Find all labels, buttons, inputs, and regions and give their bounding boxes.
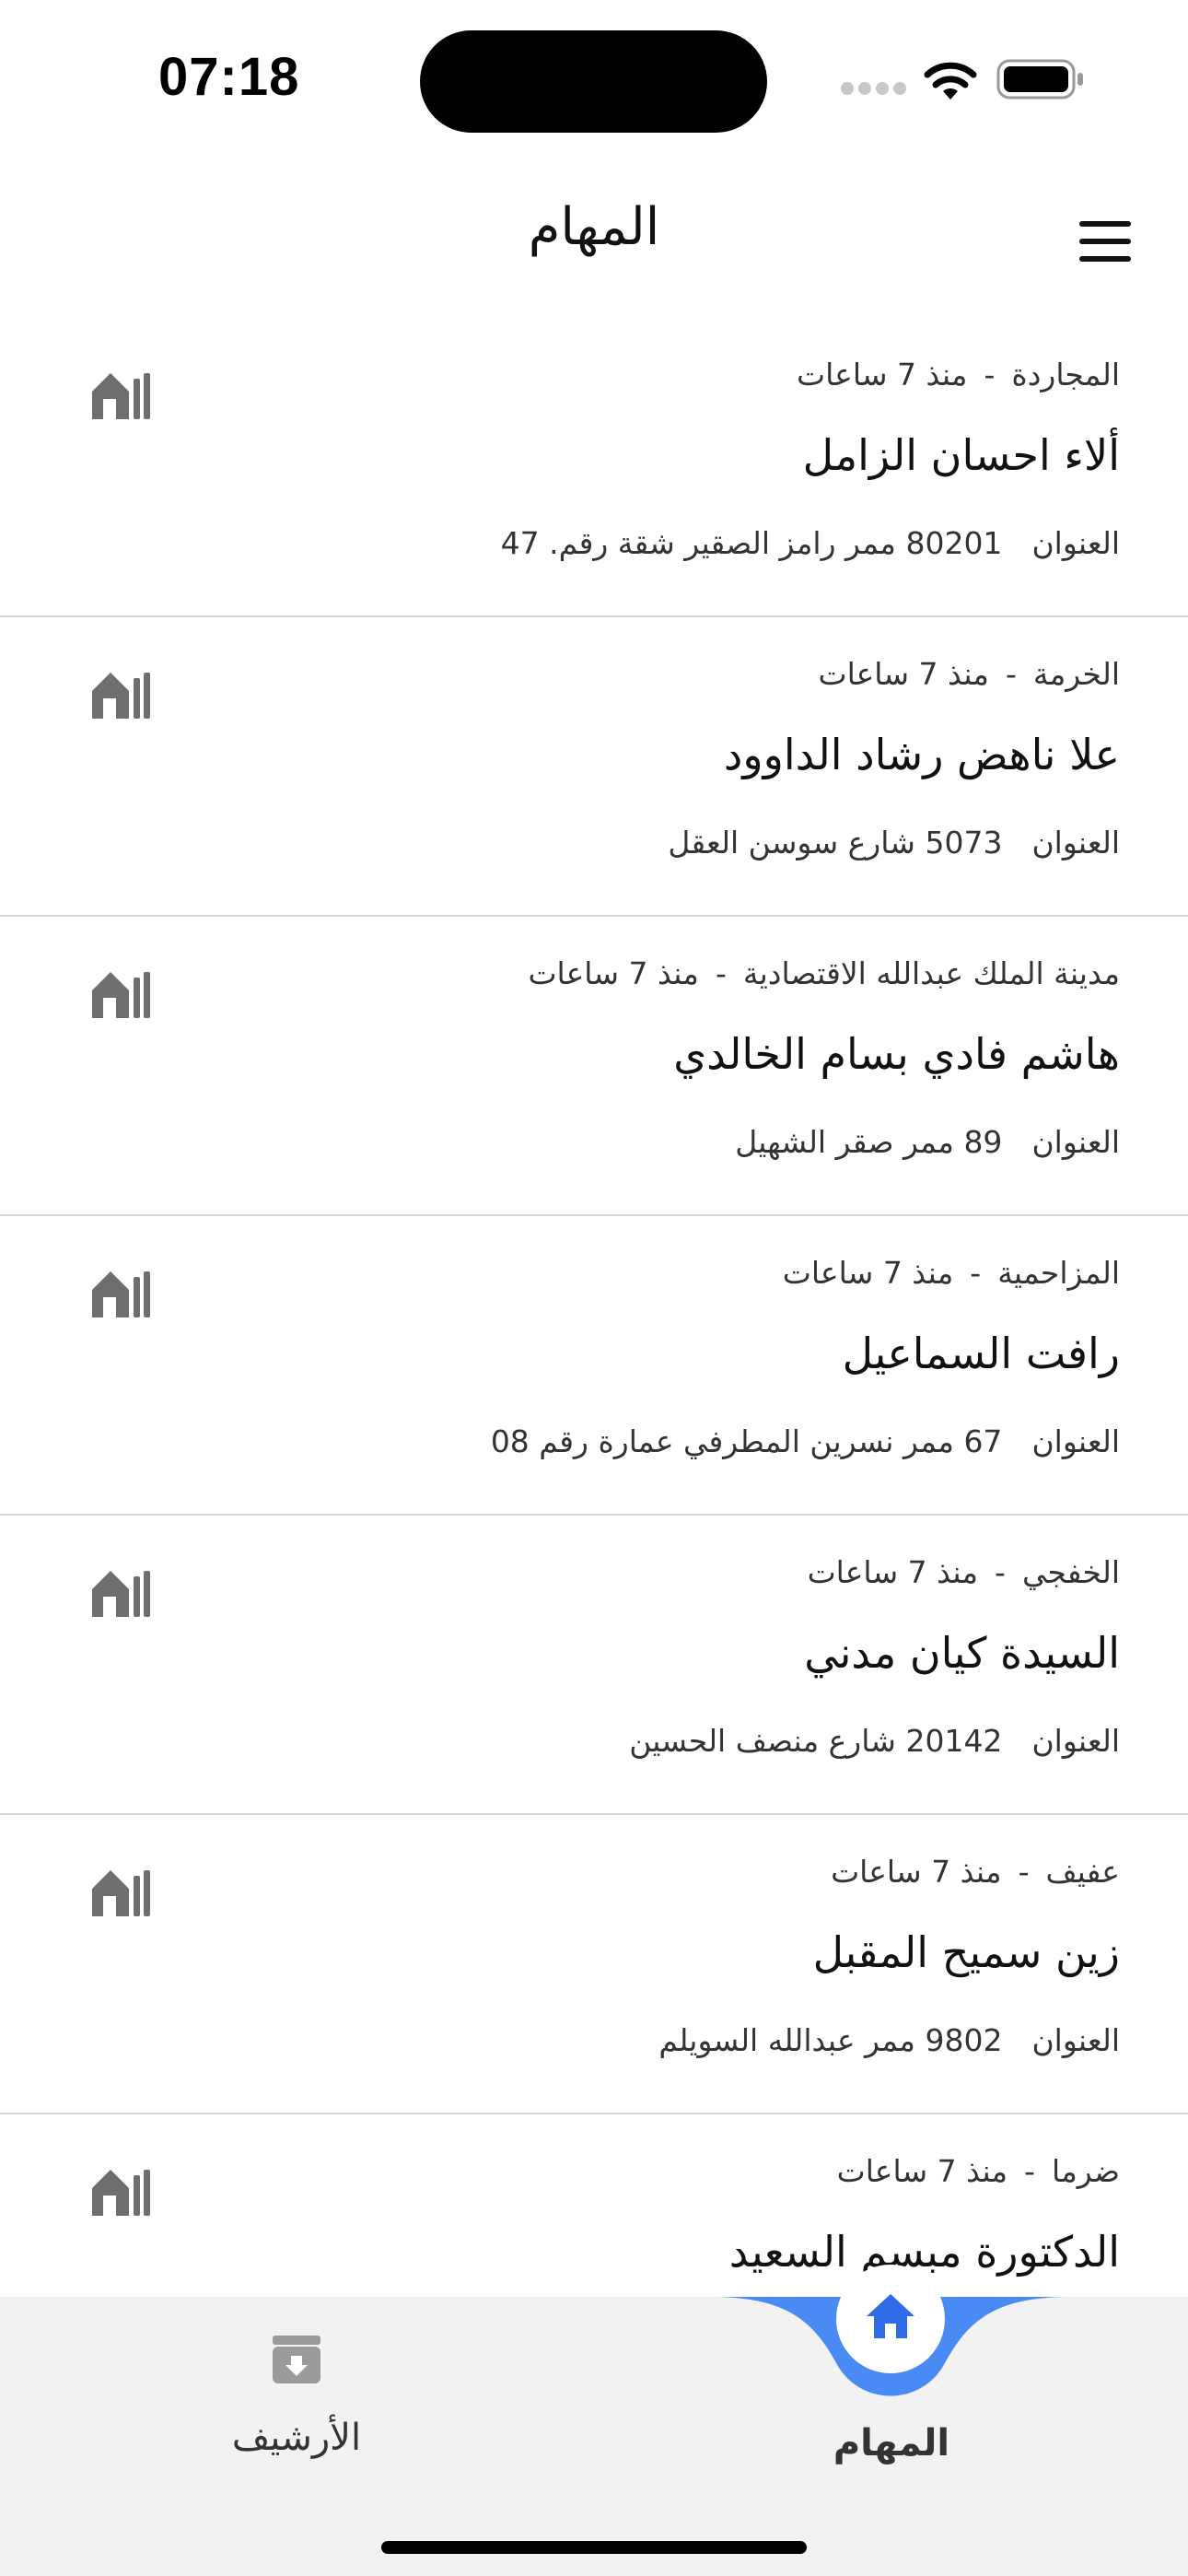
task-address-value: 9802 ممر عبدالله السويلم: [658, 2022, 1003, 2058]
task-address-label: العنوان: [1031, 1723, 1120, 1759]
task-address-label: العنوان: [1031, 2022, 1120, 2058]
hamburger-menu-icon: [1079, 221, 1131, 227]
task-address-value: 89 ممر صقر الشهيل: [735, 1124, 1003, 1160]
task-list-item[interactable]: عفيف-منذ 7 ساعات زين سميح المقبل العنوان…: [0, 1815, 1188, 2114]
task-time-ago: منذ 7 ساعات: [831, 1854, 1002, 1890]
home-indicator: [381, 2541, 807, 2554]
task-city: الخفجي: [1021, 1554, 1120, 1590]
task-meta: الخفجي-منذ 7 ساعات: [807, 1554, 1120, 1590]
home-icon: [867, 2294, 914, 2338]
task-city: عفيف: [1045, 1854, 1120, 1890]
task-list-item[interactable]: الخفجي-منذ 7 ساعات السيدة كيان مدني العن…: [0, 1516, 1188, 1815]
task-customer-name: الدكتورة مبسم السعيد: [728, 2227, 1120, 2277]
task-meta: المجاردة-منذ 7 ساعات: [797, 357, 1120, 392]
task-meta: ضرما-منذ 7 ساعات: [836, 2153, 1120, 2189]
tab-tasks-button[interactable]: [836, 2265, 945, 2373]
task-meta: الخرمة-منذ 7 ساعات: [818, 656, 1121, 692]
task-list-item[interactable]: المزاحمية-منذ 7 ساعات رافت السماعيل العن…: [0, 1216, 1188, 1516]
task-address-label: العنوان: [1031, 1124, 1120, 1160]
task-list-item[interactable]: مدينة الملك عبدالله الاقتصادية-منذ 7 ساع…: [0, 917, 1188, 1216]
task-time-ago: منذ 7 ساعات: [528, 955, 699, 991]
task-address: العنوان 80201 ممر رامز الصقير شقة رقم. 47: [501, 525, 1120, 561]
task-customer-name: السيدة كيان مدني: [804, 1628, 1120, 1678]
task-address-value: 67 ممر نسرين المطرفي عمارة رقم 08: [490, 1423, 1003, 1459]
task-address-value: 5073 شارع سوسن العقل: [668, 825, 1003, 861]
task-time-ago: منذ 7 ساعات: [836, 2153, 1008, 2189]
task-city: المزاحمية: [997, 1255, 1120, 1291]
task-customer-name: رافت السماعيل: [842, 1329, 1120, 1378]
building-houses-icon: [92, 1571, 150, 1617]
task-address: العنوان 5073 شارع سوسن العقل: [668, 825, 1120, 861]
wifi-icon: [924, 62, 977, 100]
building-houses-icon: [92, 972, 150, 1018]
app-header: المهام: [0, 157, 1188, 295]
task-address-label: العنوان: [1031, 825, 1120, 861]
task-address: العنوان 9802 ممر عبدالله السويلم: [658, 2022, 1120, 2058]
task-customer-name: علا ناهض رشاد الداوود: [723, 730, 1120, 779]
cellular-signal-icon: [841, 82, 906, 95]
building-houses-icon: [92, 673, 150, 719]
menu-button[interactable]: [1079, 221, 1135, 262]
status-bar: 07:18: [0, 0, 1188, 147]
task-address: العنوان 20142 شارع منصف الحسين: [629, 1723, 1120, 1759]
task-time-ago: منذ 7 ساعات: [797, 357, 968, 392]
task-time-ago: منذ 7 ساعات: [807, 1554, 979, 1590]
task-city: ضرما: [1052, 2153, 1120, 2189]
task-address-value: 80201 ممر رامز الصقير شقة رقم. 47: [500, 525, 1003, 561]
building-houses-icon: [92, 373, 150, 419]
task-customer-name: زين سميح المقبل: [812, 1927, 1120, 1977]
task-address-label: العنوان: [1031, 1423, 1120, 1459]
task-meta: عفيف-منذ 7 ساعات: [831, 1854, 1120, 1890]
dynamic-island: [420, 30, 767, 133]
archive-icon[interactable]: [271, 2334, 322, 2385]
task-city: المجاردة: [1011, 357, 1120, 392]
task-city: مدينة الملك عبدالله الاقتصادية: [742, 955, 1120, 991]
battery-icon: [996, 59, 1083, 100]
task-time-ago: منذ 7 ساعات: [818, 656, 989, 692]
building-houses-icon: [92, 1271, 150, 1317]
status-time: 07:18: [158, 47, 300, 107]
task-time-ago: منذ 7 ساعات: [782, 1255, 954, 1291]
tab-archive-label[interactable]: الأرشيف: [204, 2417, 389, 2459]
page-title: المهام: [528, 197, 660, 257]
task-address-label: العنوان: [1031, 525, 1120, 561]
task-list-item[interactable]: الخرمة-منذ 7 ساعات علا ناهض رشاد الداوود…: [0, 617, 1188, 917]
task-city: الخرمة: [1032, 656, 1120, 692]
task-customer-name: هاشم فادي بسام الخالدي: [673, 1029, 1120, 1079]
building-houses-icon: [92, 1870, 150, 1916]
task-list-item[interactable]: المجاردة-منذ 7 ساعات ألاء احسان الزامل ا…: [0, 318, 1188, 617]
task-meta: مدينة الملك عبدالله الاقتصادية-منذ 7 ساع…: [528, 955, 1120, 991]
bottom-navigation: المهام الأرشيف: [0, 2265, 1188, 2576]
tab-tasks-label[interactable]: المهام: [799, 2422, 984, 2465]
building-houses-icon: [92, 2170, 150, 2216]
task-list-item[interactable]: ضرما-منذ 7 ساعات الدكتورة مبسم السعيد ال…: [0, 2114, 1188, 2297]
task-address-value: 20142 شارع منصف الحسين: [629, 1723, 1003, 1759]
task-meta: المزاحمية-منذ 7 ساعات: [782, 1255, 1120, 1291]
task-customer-name: ألاء احسان الزامل: [802, 430, 1120, 480]
task-address: العنوان 89 ممر صقر الشهيل: [735, 1124, 1120, 1160]
task-address: العنوان 67 ممر نسرين المطرفي عمارة رقم 08: [491, 1423, 1120, 1459]
task-list[interactable]: المجاردة-منذ 7 ساعات ألاء احسان الزامل ا…: [0, 318, 1188, 2297]
